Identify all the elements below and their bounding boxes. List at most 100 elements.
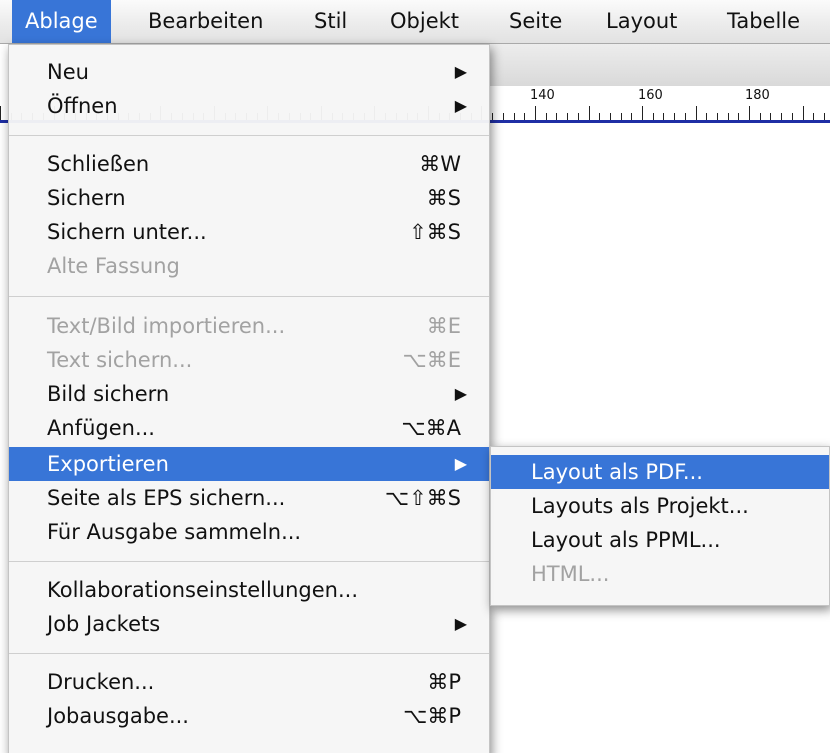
ablage-menu: Neu ▶ Öffnen ▶ Schließen ⌘W Sichern ⌘S S… (8, 44, 490, 753)
menu-item-label: Sichern (47, 186, 126, 210)
shortcut-label: ⌥⌘A (401, 416, 461, 440)
ruler-tick (599, 113, 600, 120)
menu-item-label: Sichern unter... (47, 220, 207, 244)
menu-item-label: Anfügen... (47, 416, 155, 440)
ruler-tick (696, 106, 697, 120)
ruler-tick (642, 106, 643, 120)
triangle-right-icon: ▶ (454, 454, 467, 473)
ruler-tick (706, 113, 707, 120)
menu-item-label: Für Ausgabe sammeln... (47, 520, 302, 544)
ruler-label: 140 (530, 88, 555, 103)
menu-separator (9, 561, 489, 562)
shortcut-label: ⇧⌘S (409, 220, 461, 244)
ruler-tick (546, 113, 547, 120)
submenu-item-layouts-als-projekt[interactable]: Layouts als Projekt... (491, 489, 829, 523)
menu-item-label: Bild sichern (47, 382, 170, 406)
menu-objekt[interactable]: Objekt (390, 0, 459, 43)
ruler-tick (663, 113, 664, 120)
menu-item-bild-sichern[interactable]: Bild sichern ▶ (9, 377, 489, 411)
menu-layout[interactable]: Layout (606, 0, 677, 43)
ruler-tick (781, 113, 782, 120)
menu-item-seite-als-eps[interactable]: Seite als EPS sichern... ⌥⇧⌘S (9, 481, 489, 515)
ruler-tick (589, 106, 590, 120)
ruler-tick (556, 113, 557, 120)
ruler-tick (803, 106, 804, 120)
menu-item-alte-fassung: Alte Fassung (9, 249, 489, 283)
menu-item-label: Jobausgabe... (47, 704, 189, 728)
menu-item-label: Exportieren (47, 452, 169, 476)
ruler-tick (685, 113, 686, 120)
menu-item-exportieren[interactable]: Exportieren ▶ (9, 447, 489, 481)
ruler-tick (567, 113, 568, 120)
menu-item-label: Seite als EPS sichern... (47, 486, 286, 510)
ruler-tick (653, 113, 654, 120)
menu-item-schliessen[interactable]: Schließen ⌘W (9, 147, 489, 181)
screen: 140 160 180 Ablage Bearbeiten Stil Objek… (0, 0, 830, 753)
menu-item-label: Layout als PPML... (531, 528, 721, 552)
shortcut-label: ⌥⇧⌘S (384, 486, 461, 510)
ruler-tick (514, 113, 515, 120)
menu-item-oeffnen[interactable]: Öffnen ▶ (9, 89, 489, 123)
ruler-tick (824, 113, 825, 120)
menu-item-neu[interactable]: Neu ▶ (9, 55, 489, 89)
menu-item-job-jackets[interactable]: Job Jackets ▶ (9, 607, 489, 641)
menu-item-label: Alte Fassung (47, 254, 180, 278)
shortcut-label: ⌘E (426, 314, 461, 338)
menu-item-label: Layouts als Projekt... (531, 494, 749, 518)
ruler-tick (524, 113, 525, 120)
ruler-tick (728, 113, 729, 120)
triangle-right-icon: ▶ (454, 384, 467, 403)
menu-item-sichern[interactable]: Sichern ⌘S (9, 181, 489, 215)
menu-seite[interactable]: Seite (509, 0, 562, 43)
menu-item-drucken[interactable]: Drucken... ⌘P (9, 665, 489, 699)
menu-item-label: Öffnen (47, 94, 118, 118)
menu-item-text-sichern: Text sichern... ⌥⌘E (9, 343, 489, 377)
ruler-label: 180 (745, 88, 770, 103)
triangle-right-icon: ▶ (454, 614, 467, 633)
ruler-tick (610, 113, 611, 120)
menu-separator (9, 296, 489, 297)
ruler-tick (760, 113, 761, 120)
ruler-tick (674, 113, 675, 120)
menu-item-label: Schließen (47, 152, 150, 176)
ruler-tick (503, 113, 504, 120)
menu-item-anfuegen[interactable]: Anfügen... ⌥⌘A (9, 411, 489, 445)
menu-stil[interactable]: Stil (314, 0, 347, 43)
menu-separator (9, 653, 489, 654)
ruler-tick (717, 113, 718, 120)
menu-item-label: Layout als PDF... (531, 460, 703, 484)
menu-item-label: Text sichern... (47, 348, 193, 372)
ruler-tick (535, 106, 536, 120)
menu-item-label: Text/Bild importieren... (47, 314, 286, 338)
menu-bearbeiten[interactable]: Bearbeiten (148, 0, 263, 43)
menu-item-sichern-unter[interactable]: Sichern unter... ⇧⌘S (9, 215, 489, 249)
submenu-item-layout-als-pdf[interactable]: Layout als PDF... (491, 455, 829, 489)
ruler-tick (770, 113, 771, 120)
menu-item-jobausgabe[interactable]: Jobausgabe... ⌥⌘P (9, 699, 489, 733)
triangle-right-icon: ▶ (454, 62, 467, 81)
menu-item-label: Neu (47, 60, 89, 84)
menu-item-fuer-ausgabe-sammeln[interactable]: Für Ausgabe sammeln... (9, 515, 489, 549)
ruler-tick (749, 106, 750, 120)
menu-ablage[interactable]: Ablage (12, 0, 111, 43)
ruler-label: 160 (638, 88, 663, 103)
menu-separator (9, 135, 489, 136)
menu-item-label: HTML... (531, 562, 610, 586)
submenu-item-html: HTML... (491, 557, 829, 591)
menu-tabelle[interactable]: Tabelle (727, 0, 800, 43)
menu-item-label: Job Jackets (47, 612, 161, 636)
shortcut-label: ⌥⌘P (403, 704, 461, 728)
ruler-tick (813, 113, 814, 120)
ruler-tick (738, 113, 739, 120)
triangle-right-icon: ▶ (454, 96, 467, 115)
ruler-tick (492, 113, 493, 120)
ruler-tick (621, 113, 622, 120)
menu-item-kollaboration[interactable]: Kollaborationseinstellungen... (9, 573, 489, 607)
menu-item-label: Kollaborationseinstellungen... (47, 578, 358, 602)
ruler-tick (631, 113, 632, 120)
menu-bar: Ablage Bearbeiten Stil Objekt Seite Layo… (0, 0, 830, 44)
submenu-item-layout-als-ppml[interactable]: Layout als PPML... (491, 523, 829, 557)
menu-item-label: Drucken... (47, 670, 155, 694)
shortcut-label: ⌘W (419, 152, 461, 176)
export-submenu: Layout als PDF... Layouts als Projekt...… (490, 446, 830, 606)
